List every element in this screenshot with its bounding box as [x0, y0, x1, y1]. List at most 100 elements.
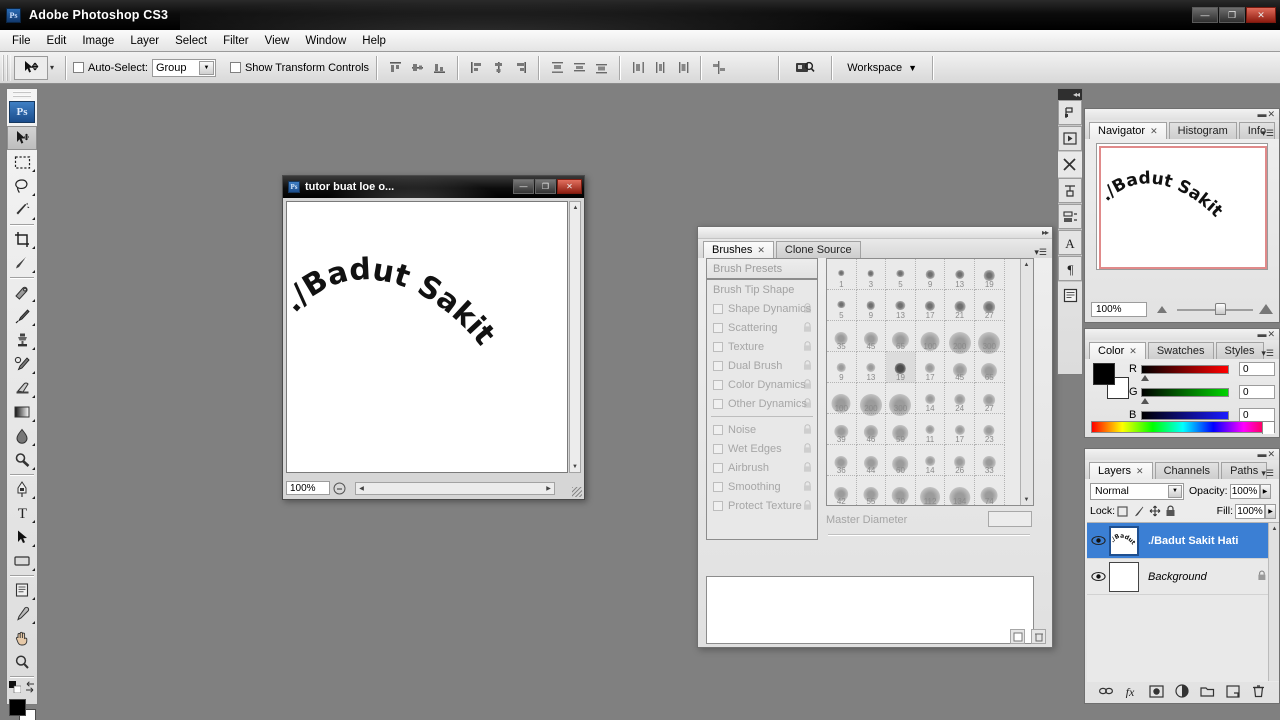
- navigator-thumbnail[interactable]: ./Badut Sakit Hati: [1096, 143, 1268, 270]
- scroll-up-icon[interactable]: ▲: [570, 202, 581, 213]
- brush-preset-cell[interactable]: 70: [886, 476, 916, 505]
- brush-preset-cell[interactable]: 27: [974, 290, 1005, 321]
- lock-image-pixels-icon[interactable]: [1131, 504, 1146, 519]
- brush-preset-cell[interactable]: 1: [827, 259, 857, 290]
- crop-tool[interactable]: [7, 227, 37, 251]
- path-selection-tool[interactable]: [7, 525, 37, 549]
- move-tool-icon[interactable]: [14, 55, 48, 80]
- checkbox[interactable]: [713, 341, 723, 352]
- notes-tool[interactable]: [7, 578, 37, 602]
- red-channel-slider[interactable]: [1141, 364, 1229, 381]
- checkbox[interactable]: [713, 500, 723, 511]
- clone-source-dock-icon[interactable]: [1058, 152, 1082, 178]
- chevron-down-icon[interactable]: ▼: [198, 60, 214, 75]
- create-new-brush-icon[interactable]: [1010, 629, 1025, 644]
- layers-list-scrollbar[interactable]: ▲: [1268, 523, 1279, 681]
- brush-preset-cell[interactable]: 100: [915, 321, 946, 352]
- zoom-tool[interactable]: [7, 650, 37, 674]
- chevron-down-icon[interactable]: ▼: [1168, 484, 1182, 498]
- navigator-view-box[interactable]: [1099, 146, 1267, 269]
- tab-color[interactable]: Color ✕: [1089, 342, 1146, 359]
- brush-preset-cell[interactable]: 26: [945, 445, 975, 476]
- brush-preset-cell[interactable]: 9: [856, 290, 887, 321]
- magic-wand-tool[interactable]: [7, 198, 37, 222]
- create-adjustment-layer-icon[interactable]: [1173, 683, 1191, 699]
- dock-expand-bar[interactable]: ◂◂: [1058, 89, 1082, 100]
- foreground-color-swatch[interactable]: [1093, 363, 1115, 385]
- brush-option-dual-brush[interactable]: Dual Brush: [707, 356, 817, 375]
- menu-item-view[interactable]: View: [257, 32, 298, 50]
- opacity-stepper[interactable]: ▶: [1259, 483, 1271, 499]
- brush-preset-cell[interactable]: 21: [945, 290, 975, 321]
- minimize-close-icons[interactable]: ▬✕: [1257, 329, 1276, 340]
- color-panel-drag-bar[interactable]: ▬✕: [1085, 329, 1279, 340]
- checkbox[interactable]: [713, 398, 723, 409]
- brush-preset-cell[interactable]: 27: [974, 383, 1005, 414]
- document-info-icon[interactable]: [330, 481, 348, 495]
- tab-paths[interactable]: Paths: [1221, 462, 1268, 479]
- distribute-horizontal-centers-button[interactable]: [650, 57, 670, 79]
- add-layer-style-icon[interactable]: fx: [1122, 683, 1140, 699]
- document-horizontal-scrollbar[interactable]: ◀ ▶: [355, 482, 555, 495]
- scroll-right-icon[interactable]: ▶: [543, 483, 554, 494]
- checkbox[interactable]: [713, 462, 723, 473]
- minimize-button[interactable]: —: [1192, 7, 1218, 23]
- brush-preset-cell[interactable]: 35: [827, 321, 857, 352]
- brush-toggle-wet-edges[interactable]: Wet Edges: [707, 439, 817, 458]
- layer-name[interactable]: Background: [1148, 571, 1207, 583]
- brush-preset-cell[interactable]: 300: [886, 383, 916, 416]
- menu-item-edit[interactable]: Edit: [39, 32, 75, 50]
- brush-preset-cell[interactable]: 9: [915, 259, 946, 290]
- scroll-left-icon[interactable]: ◀: [356, 483, 367, 494]
- master-diameter-slider[interactable]: [828, 534, 1030, 535]
- brush-presets-header[interactable]: Brush Presets: [707, 259, 817, 280]
- close-icon[interactable]: ✕: [1136, 466, 1144, 477]
- brush-preset-cell[interactable]: 46: [856, 414, 887, 445]
- eyedropper-tool[interactable]: [7, 602, 37, 626]
- color-panel-swatches[interactable]: [1093, 363, 1129, 399]
- brush-tip-shape-item[interactable]: Brush Tip Shape: [707, 280, 817, 299]
- brush-option-shape-dynamics[interactable]: Shape Dynamics: [707, 299, 817, 318]
- lasso-tool[interactable]: [7, 174, 37, 198]
- checkbox[interactable]: [713, 481, 723, 492]
- rectangular-marquee-tool[interactable]: [7, 150, 37, 174]
- brush-preset-cell[interactable]: 59: [886, 414, 916, 445]
- lock-position-icon[interactable]: [1147, 504, 1162, 519]
- brush-preset-cell[interactable]: 39: [827, 414, 857, 445]
- brush-tool[interactable]: [7, 304, 37, 328]
- brush-preset-cell[interactable]: 19: [974, 259, 1005, 290]
- create-group-icon[interactable]: [1198, 683, 1216, 699]
- brush-option-scattering[interactable]: Scattering: [707, 318, 817, 337]
- tab-brushes[interactable]: Brushes ✕: [703, 241, 774, 258]
- navigator-zoom-slider[interactable]: [1155, 302, 1275, 317]
- document-resize-grip[interactable]: [572, 487, 582, 497]
- brush-preset-cell[interactable]: 13: [945, 259, 975, 290]
- brush-preset-cell[interactable]: 100: [827, 383, 857, 414]
- dodge-tool[interactable]: [7, 448, 37, 472]
- distribute-bottom-edges-button[interactable]: [591, 57, 611, 79]
- brush-preset-cell[interactable]: 65: [974, 352, 1005, 383]
- distribute-vertical-centers-button[interactable]: [569, 57, 589, 79]
- blur-tool[interactable]: [7, 424, 37, 448]
- brush-preset-cell[interactable]: 65: [886, 321, 916, 352]
- horizontal-type-tool[interactable]: T: [7, 501, 37, 525]
- toolbar-grip[interactable]: [13, 91, 31, 100]
- color-spectrum-ramp[interactable]: [1091, 421, 1275, 434]
- character-dock-icon[interactable]: [1058, 178, 1082, 204]
- red-channel-value[interactable]: 0: [1239, 362, 1275, 376]
- tab-swatches[interactable]: Swatches: [1147, 342, 1214, 359]
- tab-layers[interactable]: Layers ✕: [1089, 462, 1153, 479]
- brush-preset-cell[interactable]: 17: [945, 414, 975, 445]
- brush-preset-cell[interactable]: 23: [974, 414, 1005, 445]
- navigator-zoom-value[interactable]: 100%: [1091, 301, 1147, 317]
- brush-preset-cell[interactable]: 134: [945, 476, 975, 505]
- tab-navigator[interactable]: Navigator ✕: [1089, 122, 1167, 139]
- align-vertical-centers-button[interactable]: [407, 57, 427, 79]
- brush-preset-cell[interactable]: 112: [916, 476, 946, 505]
- tool-preset-chevron-down-icon[interactable]: ▾: [50, 63, 54, 72]
- align-left-edges-button[interactable]: [466, 57, 486, 79]
- brush-toggle-smoothing[interactable]: Smoothing: [707, 477, 817, 496]
- brush-preset-cell[interactable]: 14: [915, 383, 946, 414]
- green-slider-thumb[interactable]: [1141, 397, 1149, 404]
- rectangle-tool[interactable]: [7, 549, 37, 573]
